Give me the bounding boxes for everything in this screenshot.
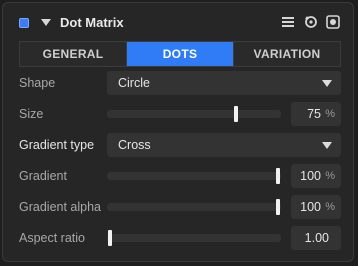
- aspect-ratio-slider-thumb[interactable]: [108, 230, 112, 246]
- gradient-type-value: Cross: [118, 138, 151, 152]
- panel-header: Dot Matrix: [3, 3, 353, 41]
- aspect-ratio-slider[interactable]: [107, 230, 281, 246]
- gradient-value-field[interactable]: 100 %: [291, 164, 341, 188]
- tab-dots[interactable]: DOTS: [126, 42, 233, 66]
- gradient-slider[interactable]: [107, 168, 281, 184]
- gradient-unit: %: [325, 170, 335, 182]
- size-label: Size: [19, 107, 44, 121]
- size-slider-thumb[interactable]: [234, 106, 238, 122]
- chevron-down-icon: [322, 80, 332, 87]
- gradient-type-label: Gradient type: [19, 138, 95, 152]
- chevron-down-icon: [322, 142, 332, 149]
- gradient-alpha-value: 100: [300, 200, 321, 214]
- gradient-alpha-label: Gradient alpha: [19, 200, 102, 214]
- gradient-type-dropdown[interactable]: Cross: [107, 133, 341, 157]
- tab-bar: GENERAL DOTS VARIATION: [19, 41, 341, 67]
- record-icon[interactable]: [326, 15, 340, 29]
- shape-dropdown[interactable]: Circle: [107, 71, 341, 95]
- aspect-ratio-value-field[interactable]: 1.00: [291, 226, 341, 250]
- size-unit: %: [325, 108, 335, 120]
- dot-matrix-panel: Dot Matrix GENERAL DOTS VARIATION Shape …: [2, 2, 354, 262]
- gradient-value: 100: [300, 169, 321, 183]
- gradient-slider-thumb[interactable]: [276, 168, 280, 184]
- enable-checkbox[interactable]: [19, 18, 29, 28]
- size-slider[interactable]: [107, 106, 281, 122]
- tab-general[interactable]: GENERAL: [20, 42, 126, 66]
- panel-title: Dot Matrix: [60, 15, 124, 30]
- aspect-ratio-value: 1.00: [304, 231, 329, 245]
- gradient-alpha-slider-thumb[interactable]: [276, 199, 280, 215]
- collapse-arrow-icon[interactable]: [41, 19, 51, 26]
- shape-value: Circle: [118, 76, 150, 90]
- gradient-alpha-unit: %: [325, 201, 335, 213]
- tab-variation[interactable]: VARIATION: [233, 42, 340, 66]
- aspect-ratio-label: Aspect ratio: [19, 231, 86, 245]
- gradient-label: Gradient: [19, 169, 67, 183]
- size-value: 75: [307, 107, 321, 121]
- gradient-alpha-value-field[interactable]: 100 %: [291, 195, 341, 219]
- shape-label: Shape: [19, 76, 56, 90]
- gradient-alpha-slider[interactable]: [107, 199, 281, 215]
- reset-icon[interactable]: [304, 15, 318, 29]
- menu-icon[interactable]: [281, 15, 295, 29]
- size-value-field[interactable]: 75 %: [291, 102, 341, 126]
